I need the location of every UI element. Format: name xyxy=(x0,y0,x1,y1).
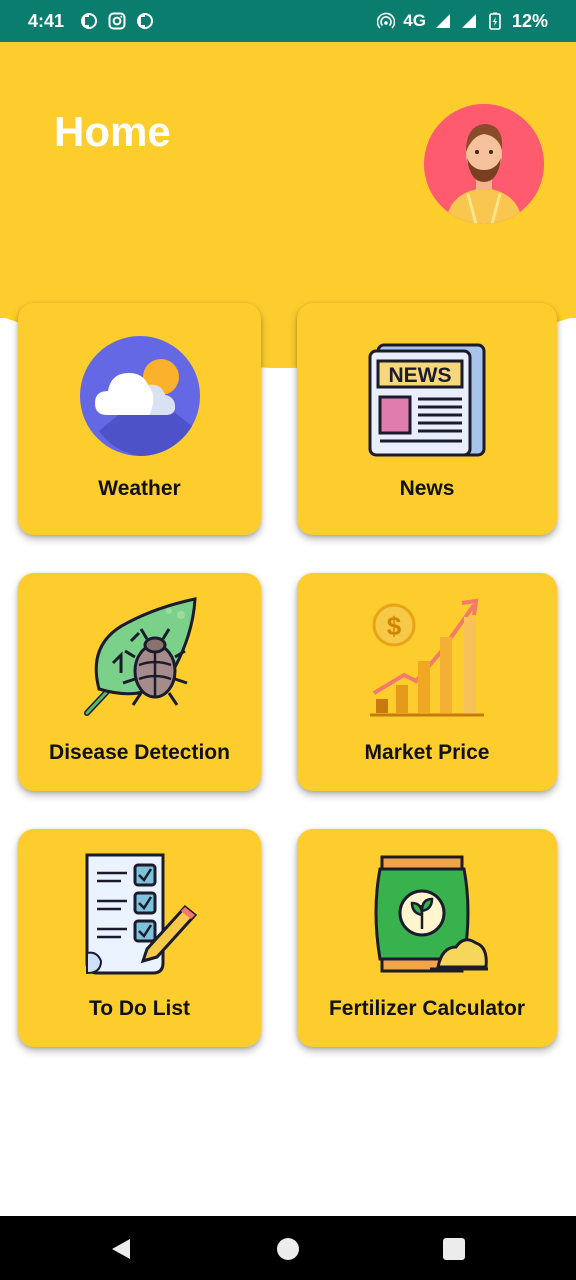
app-notification-icon xyxy=(137,13,154,29)
weather-icon xyxy=(79,336,200,456)
tile-label: News xyxy=(399,477,455,500)
page-title: Home xyxy=(54,108,171,155)
tile-label: Weather xyxy=(98,477,181,500)
tile-weather[interactable]: Weather xyxy=(18,303,261,535)
tile-label: To Do List xyxy=(88,997,191,1020)
instagram-icon xyxy=(108,12,126,30)
home-icon[interactable] xyxy=(275,1236,301,1262)
user-avatar[interactable] xyxy=(424,104,544,224)
checklist-icon xyxy=(85,853,197,975)
status-bar: 4:41 4G 12% xyxy=(0,0,576,42)
recents-icon[interactable] xyxy=(441,1236,467,1262)
hotspot-icon xyxy=(377,12,396,29)
tile-label: Market Price xyxy=(364,741,490,764)
network-type: 4G xyxy=(403,11,426,30)
app-notification-icon xyxy=(81,13,98,29)
tile-disease-detection[interactable]: Disease Detection xyxy=(18,573,261,791)
svg-text:NEWS: NEWS xyxy=(389,364,452,387)
tile-market-price[interactable]: $ Market Price xyxy=(297,573,557,791)
svg-text:$: $ xyxy=(387,611,402,641)
battery-percentage: 12% xyxy=(511,10,548,31)
tile-to-do-list[interactable]: To Do List xyxy=(18,829,261,1047)
back-icon[interactable] xyxy=(108,1236,134,1262)
tile-label: Disease Detection xyxy=(49,741,230,764)
battery-charging-icon xyxy=(489,12,501,30)
navigation-bar xyxy=(0,1216,576,1280)
fertilizer-bag-icon xyxy=(374,855,488,973)
status-time: 4:41 xyxy=(28,10,65,31)
newspaper-icon: NEWS xyxy=(368,343,486,457)
tile-label: Fertilizer Calculator xyxy=(328,997,526,1020)
signal-icon xyxy=(435,14,450,28)
tile-fertilizer-calculator[interactable]: Fertilizer Calculator xyxy=(297,829,557,1047)
price-growth-chart-icon: $ xyxy=(370,598,484,717)
tile-news[interactable]: NEWS News xyxy=(297,303,557,535)
leaf-beetle-icon xyxy=(83,597,197,716)
user-avatar-icon xyxy=(424,104,544,224)
signal-icon xyxy=(461,14,476,28)
